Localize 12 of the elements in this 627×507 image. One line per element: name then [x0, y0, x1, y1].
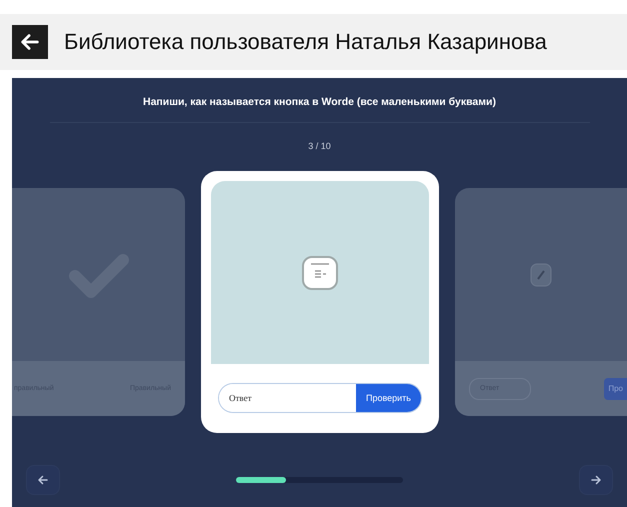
list-button-icon — [301, 254, 339, 290]
next-button[interactable] — [579, 465, 613, 495]
page-title: Библиотека пользователя Наталья Казаринова — [64, 29, 547, 55]
previous-button[interactable] — [26, 465, 60, 495]
check-button[interactable]: Проверить — [356, 384, 421, 412]
back-arrow-icon — [19, 31, 41, 53]
question-text: Напиши, как называется кнопка в Worde (все маленькими буквами) — [50, 96, 590, 123]
left-arrow-icon — [37, 474, 49, 486]
right-arrow-icon — [590, 474, 602, 486]
pencil-icon — [530, 262, 552, 286]
question-counter: 3 / 10 — [308, 141, 331, 151]
back-button[interactable] — [12, 25, 48, 59]
